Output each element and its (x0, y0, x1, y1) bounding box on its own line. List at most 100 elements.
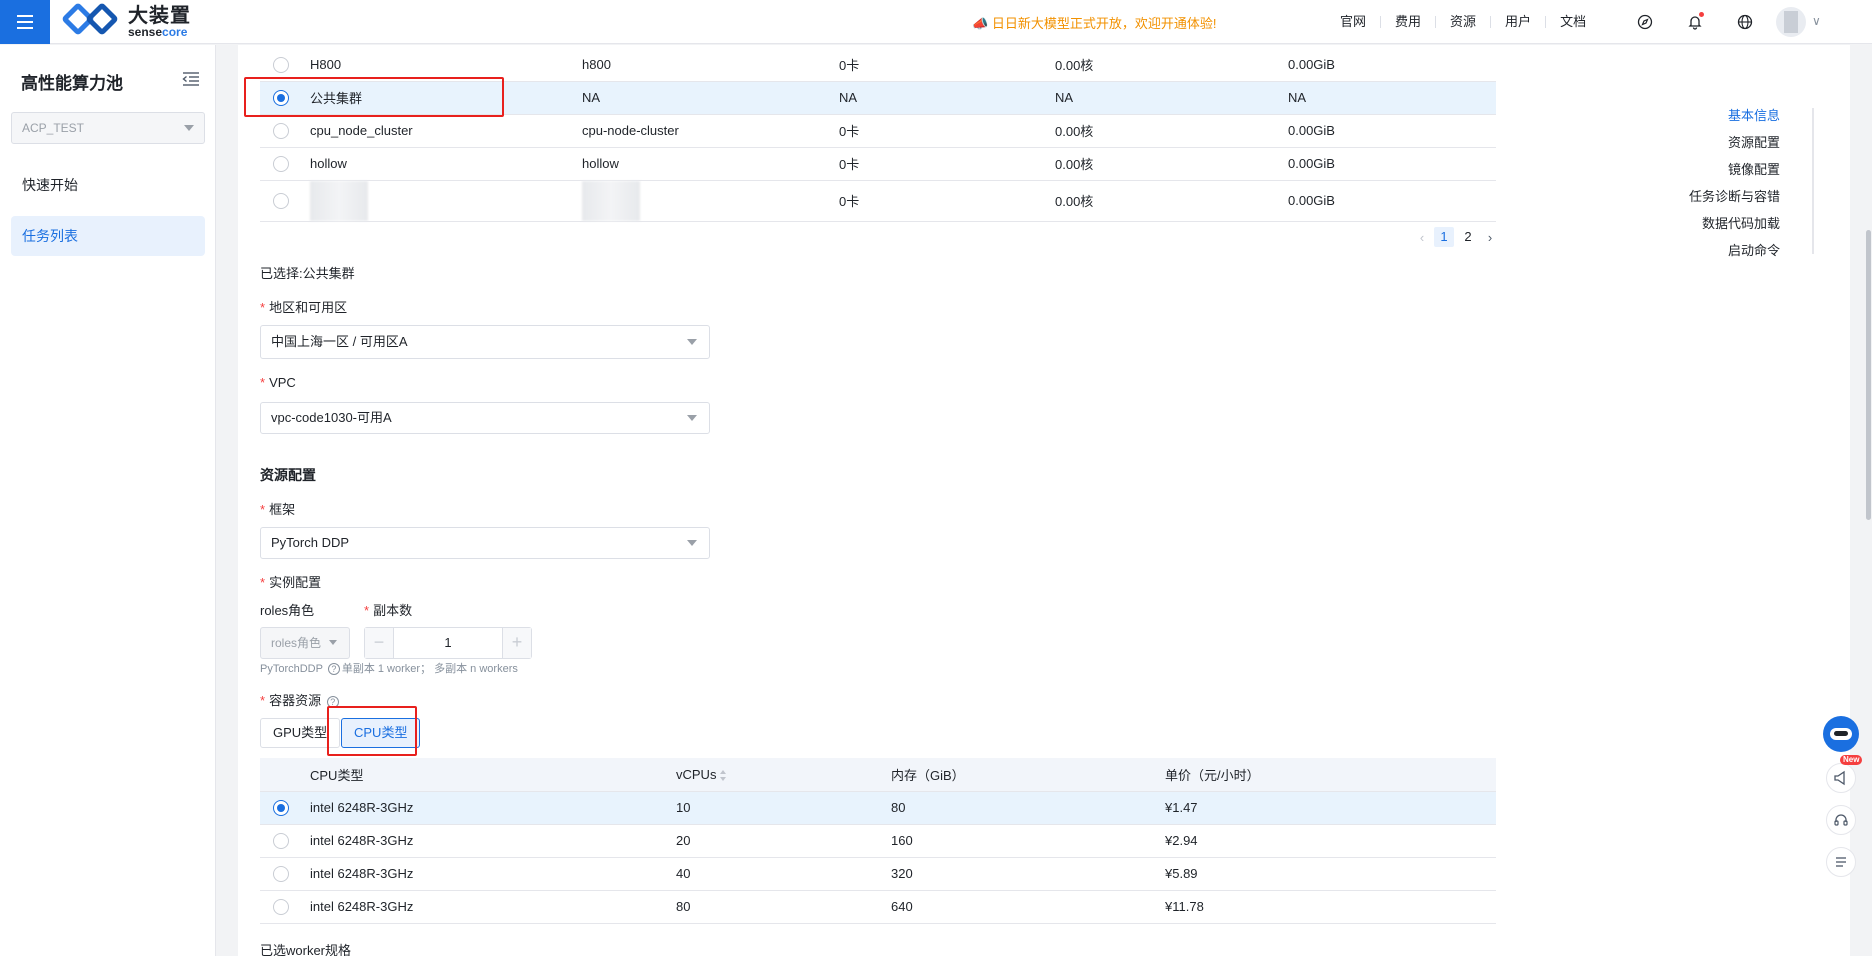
anchor-track (1812, 108, 1814, 254)
sort-icon[interactable] (720, 769, 727, 781)
radio-button[interactable] (273, 155, 289, 172)
cpu-vcpus: 40 (676, 857, 891, 891)
next-page-icon[interactable]: › (1482, 230, 1498, 245)
nav-official-site[interactable]: 官网 (1326, 15, 1382, 28)
cluster-name: cpu_node_cluster (310, 114, 582, 148)
avatar[interactable] (1776, 7, 1806, 37)
nav-billing[interactable]: 费用 (1381, 15, 1437, 28)
roles-label: roles角色 (260, 603, 315, 618)
anchor-nav: 基本信息 资源配置 镜像配置 任务诊断与容错 数据代码加载 启动命令 (1689, 106, 1780, 268)
table-row[interactable]: hollow hollow 0卡 0.00核 0.00GiB (260, 147, 1496, 181)
page-scrollbar[interactable] (1866, 230, 1871, 520)
cluster-id: h800 (582, 48, 839, 82)
cluster-id: NA (582, 81, 839, 115)
radio-button[interactable] (273, 192, 289, 209)
cpu-memory: 640 (891, 890, 1165, 924)
anchor-resource-config[interactable]: 资源配置 (1689, 133, 1780, 160)
cpu-memory: 80 (891, 791, 1165, 825)
megaphone-icon: 📣 (972, 16, 989, 31)
cpu-price: ¥11.78 (1165, 890, 1496, 924)
logo-mark-icon (61, 2, 122, 37)
cluster-table: H800 h800 0卡 0.00核 0.00GiB 公共集群 NA NA NA… (260, 48, 1496, 222)
cluster-cores: 0.00核 (1055, 114, 1288, 148)
announcement[interactable]: 📣 日日新大模型正式开放，欢迎开通体验! (972, 13, 1216, 32)
col-header-memory: 内存（GiB） (891, 758, 1165, 792)
logo-title: 大装置 (128, 5, 191, 27)
roles-select[interactable]: roles角色 (260, 627, 350, 659)
top-bar: 大装置 sensecore 📣 日日新大模型正式开放，欢迎开通体验! 官网 费用… (0, 0, 1872, 44)
table-row[interactable]: intel 6248R-3GHz 10 80 ¥1.47 (260, 791, 1496, 825)
replicas-stepper[interactable]: − 1 + (364, 627, 532, 659)
sidebar-title: 高性能算力池 (21, 74, 123, 93)
list-menu-icon[interactable] (1826, 847, 1856, 877)
help-icon[interactable]: ? (327, 663, 340, 676)
megaphone-icon[interactable] (1826, 763, 1856, 793)
cluster-cores: NA (1055, 81, 1288, 115)
radio-button[interactable] (273, 865, 289, 882)
nav-docs[interactable]: 文档 (1546, 15, 1600, 28)
table-row[interactable]: intel 6248R-3GHz 80 640 ¥11.78 (260, 890, 1496, 924)
anchor-basic-info[interactable]: 基本信息 (1689, 106, 1780, 133)
vpc-select[interactable]: vpc-code1030-可用A (260, 402, 710, 434)
anchor-data-loading[interactable]: 数据代码加载 (1689, 214, 1780, 241)
cpu-type: intel 6248R-3GHz (310, 791, 676, 825)
decrement-button[interactable]: − (365, 628, 393, 658)
radio-button[interactable] (273, 122, 289, 139)
region-select[interactable]: 中国上海一区 / 可用区A (260, 325, 710, 359)
cpu-type: intel 6248R-3GHz (310, 857, 676, 891)
replicas-value[interactable]: 1 (393, 628, 503, 658)
vpc-value: vpc-code1030-可用A (271, 410, 392, 425)
prev-page-icon[interactable]: ‹ (1414, 230, 1430, 245)
caret-down-icon (184, 125, 194, 131)
radio-button[interactable] (273, 898, 289, 915)
anchor-image-config[interactable]: 镜像配置 (1689, 160, 1780, 187)
table-row[interactable]: cpu_node_cluster cpu-node-cluster 0卡 0.0… (260, 114, 1496, 148)
col-header-vcpus[interactable]: vCPUs (676, 758, 891, 792)
cpu-type: intel 6248R-3GHz (310, 890, 676, 924)
cpu-vcpus: 20 (676, 824, 891, 858)
vpc-label: * VPC (260, 375, 296, 390)
replicas-label: * 副本数 (364, 603, 413, 618)
sidebar-item-tasks[interactable]: 任务列表 (11, 216, 205, 256)
anchor-diagnosis[interactable]: 任务诊断与容错 (1689, 187, 1780, 214)
page-2[interactable]: 2 (1458, 227, 1478, 247)
headset-icon[interactable] (1826, 805, 1856, 835)
cluster-memory: 0.00GiB (1288, 180, 1496, 222)
cluster-cores: 0.00核 (1055, 180, 1288, 222)
radio-button[interactable] (273, 56, 289, 73)
cpu-price: ¥2.94 (1165, 824, 1496, 858)
collapse-menu-icon[interactable] (182, 71, 200, 87)
anchor-launch-command[interactable]: 启动命令 (1689, 241, 1780, 268)
assistant-robot-icon[interactable] (1823, 716, 1859, 752)
cluster-id: cpu-node-cluster (582, 114, 839, 148)
nav-resources[interactable]: 资源 (1436, 15, 1492, 28)
nav-users[interactable]: 用户 (1491, 15, 1547, 28)
chevron-down-icon[interactable]: ∨ (1812, 14, 1821, 28)
table-row[interactable]: intel 6248R-3GHz 20 160 ¥2.94 (260, 824, 1496, 858)
roles-placeholder: roles角色 (271, 636, 322, 650)
table-row[interactable]: 0卡 0.00核 0.00GiB (260, 180, 1496, 222)
framework-select[interactable]: PyTorch DDP (260, 527, 710, 559)
page-1[interactable]: 1 (1434, 227, 1454, 247)
cluster-cards: 0卡 (839, 180, 1055, 222)
radio-button[interactable] (273, 832, 289, 849)
caret-down-icon (687, 339, 697, 345)
replicas-hint: PyTorchDDP ? 单副本 1 worker； 多副本 n workers (260, 663, 518, 676)
cluster-cores: 0.00核 (1055, 147, 1288, 181)
cluster-cards: 0卡 (839, 48, 1055, 82)
globe-icon[interactable] (1720, 0, 1770, 44)
cpu-spec-table: CPU类型 vCPUs 内存（GiB） 单价（元/小时） intel 6248R… (260, 758, 1496, 924)
bell-icon[interactable] (1670, 0, 1720, 44)
table-row[interactable]: intel 6248R-3GHz 40 320 ¥5.89 (260, 857, 1496, 891)
menu-icon[interactable] (0, 0, 50, 44)
sidebar-item-quickstart[interactable]: 快速开始 (11, 165, 205, 205)
cpu-memory: 160 (891, 824, 1165, 858)
workspace-select[interactable]: ACP_TEST (11, 112, 205, 144)
radio-button[interactable] (273, 799, 289, 816)
workspace-value: ACP_TEST (22, 121, 85, 135)
increment-button[interactable]: + (503, 628, 531, 658)
cpu-memory: 320 (891, 857, 1165, 891)
top-nav: 官网 费用 资源 用户 文档 (1326, 0, 1600, 44)
logo[interactable]: 大装置 sensecore (61, 2, 191, 38)
compass-icon[interactable] (1620, 0, 1670, 44)
